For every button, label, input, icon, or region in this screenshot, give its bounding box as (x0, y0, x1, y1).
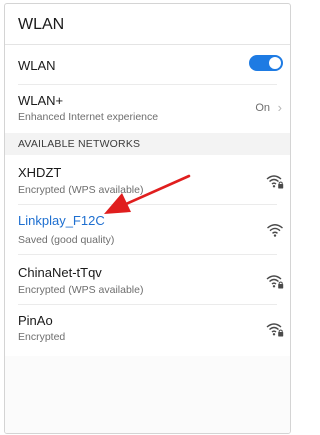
wlan-switch[interactable] (249, 55, 283, 71)
network-name: ChinaNet-tTqv (18, 265, 102, 280)
page-title: WLAN (18, 16, 65, 33)
wifi-lock-icon (266, 175, 284, 189)
wlan-plus-value: On (255, 102, 270, 114)
title-bar: WLAN (5, 4, 290, 45)
network-status: Saved (good quality) (18, 234, 115, 246)
network-status: Encrypted (WPS available) (18, 184, 144, 196)
network-status: Encrypted (WPS available) (18, 284, 144, 296)
wifi-lock-icon (266, 275, 284, 289)
network-item[interactable]: PinAo Encrypted (5, 305, 290, 355)
network-name: XHDZT (18, 165, 62, 180)
wlan-plus-row[interactable]: WLAN+ Enhanced Internet experience On › (5, 85, 290, 132)
network-status: Encrypted (18, 331, 66, 343)
section-header-label: AVAILABLE NETWORKS (18, 138, 141, 150)
wlan-label: WLAN (18, 58, 56, 73)
network-item[interactable]: XHDZT Encrypted (WPS available) (5, 155, 290, 205)
network-item[interactable]: Linkplay_F12C Saved (good quality) (5, 205, 290, 255)
chevron-right-icon: › (277, 100, 282, 115)
wlan-plus-label: WLAN+ (18, 93, 64, 108)
network-name: Linkplay_F12C (18, 213, 105, 228)
empty-list-area (5, 356, 290, 433)
switch-knob (269, 57, 281, 69)
wlan-settings-screen: WLAN WLAN WLAN+ Enhanced Internet experi… (4, 3, 291, 434)
wifi-lock-icon (266, 323, 284, 337)
wlan-plus-subtitle: Enhanced Internet experience (18, 111, 159, 123)
available-networks-header: AVAILABLE NETWORKS (5, 133, 290, 155)
wlan-toggle-row[interactable]: WLAN (5, 45, 290, 85)
network-name: PinAo (18, 313, 53, 328)
network-item[interactable]: ChinaNet-tTqv Encrypted (WPS available) (5, 255, 290, 305)
wifi-icon (267, 224, 283, 237)
